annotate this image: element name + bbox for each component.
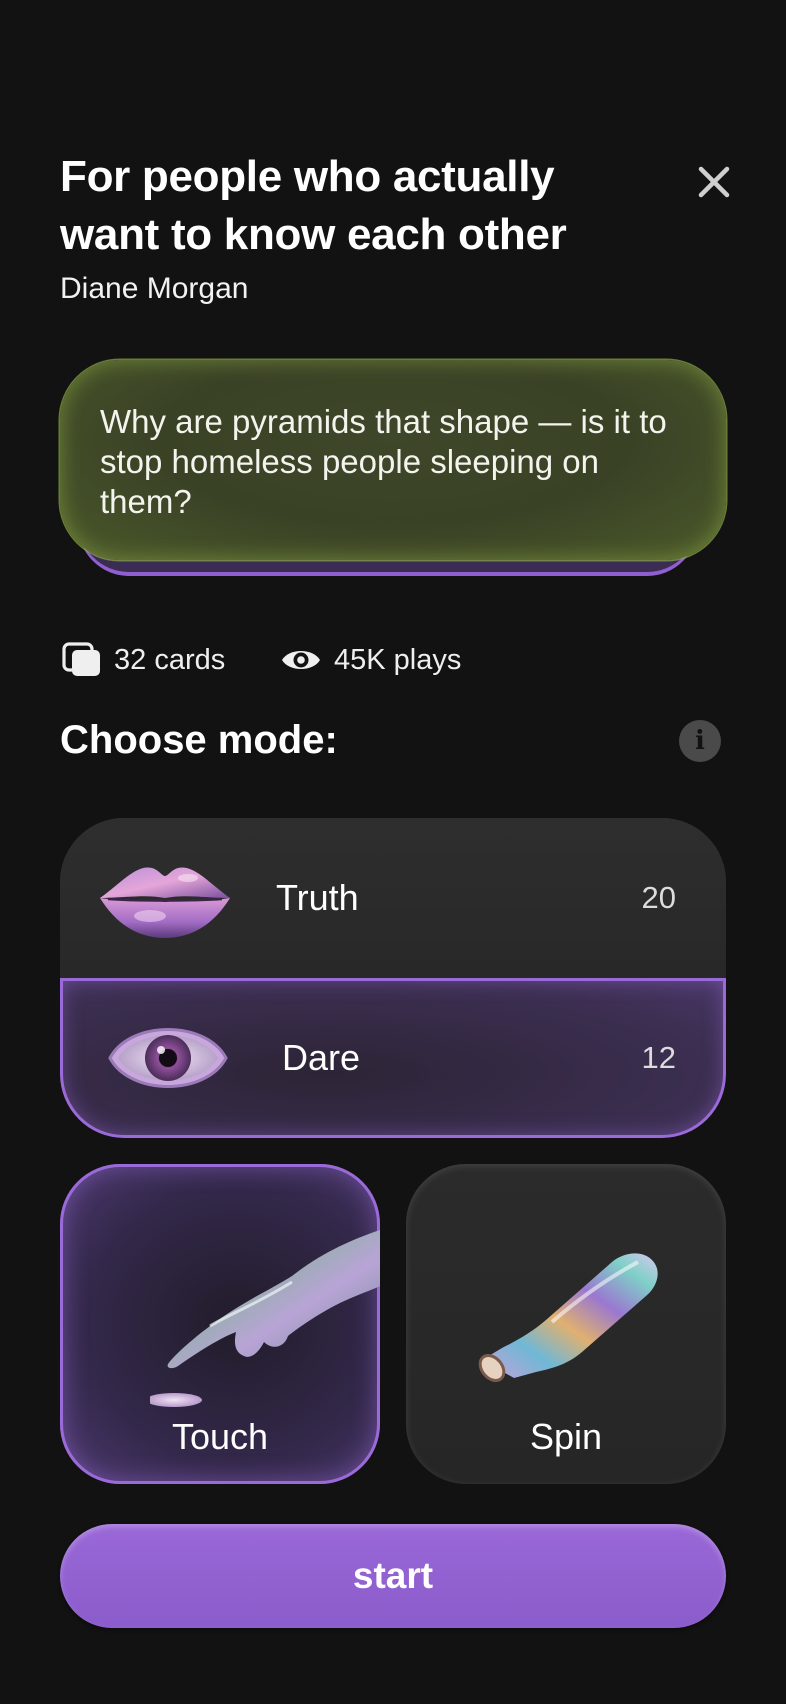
mode-heading: Choose mode: bbox=[60, 718, 338, 762]
page-title: For people who actually want to know eac… bbox=[60, 152, 567, 259]
play-style-spin[interactable]: Spin bbox=[406, 1164, 726, 1484]
question-text: Why are pyramids that shape — is it to s… bbox=[100, 403, 667, 520]
info-icon: i bbox=[695, 726, 705, 756]
play-style-touch[interactable]: Touch bbox=[60, 1164, 380, 1484]
lips-icon bbox=[100, 867, 230, 938]
mode-option-label: Dare bbox=[282, 1037, 361, 1078]
play-style-label: Touch bbox=[171, 1416, 269, 1457]
question-card[interactable]: Why are pyramids that shape — is it to s… bbox=[60, 360, 726, 560]
mode-option-truth[interactable]: Truth 20 bbox=[60, 818, 726, 978]
plays-count-label: 45K plays bbox=[334, 643, 462, 676]
start-button[interactable]: start bbox=[60, 1524, 726, 1628]
info-button[interactable]: i bbox=[679, 720, 721, 762]
eye-icon bbox=[108, 1028, 228, 1088]
mode-list: Truth 20 Dare 12 bbox=[60, 818, 726, 1138]
mode-option-label: Truth bbox=[276, 877, 359, 918]
cards-stack-icon bbox=[62, 642, 100, 676]
play-style-label: Spin bbox=[529, 1416, 603, 1457]
bottle-icon bbox=[478, 1253, 658, 1383]
cards-count: 32 cards bbox=[62, 640, 225, 680]
eye-icon bbox=[282, 651, 320, 669]
close-button[interactable] bbox=[688, 156, 740, 208]
author-name: Diane Morgan bbox=[60, 272, 249, 305]
mode-option-dare[interactable]: Dare 12 bbox=[60, 978, 726, 1138]
cards-count-label: 32 cards bbox=[114, 643, 226, 676]
plays-count: 45K plays bbox=[280, 640, 461, 680]
close-icon bbox=[698, 166, 730, 198]
mode-option-count: 12 bbox=[641, 1040, 676, 1075]
pointing-hand-icon bbox=[150, 1230, 380, 1407]
mode-option-count: 20 bbox=[641, 880, 676, 915]
